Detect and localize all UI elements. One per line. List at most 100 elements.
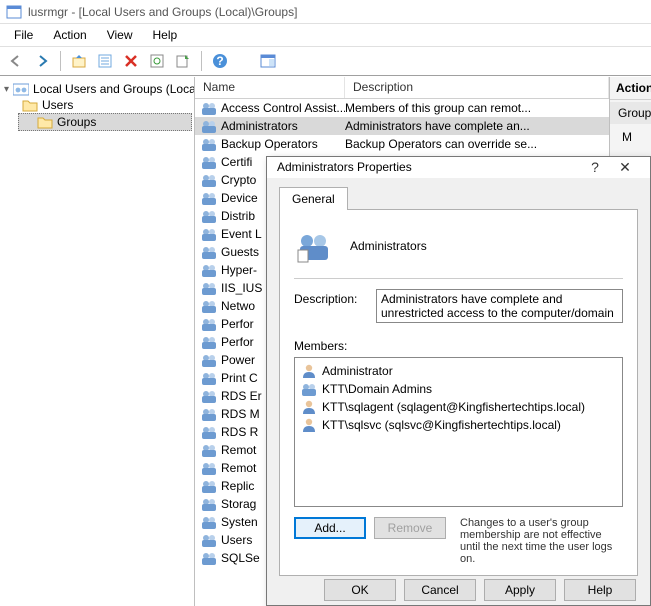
list-row[interactable]: Access Control Assist...Members of this … bbox=[195, 99, 609, 117]
add-button[interactable]: Add... bbox=[294, 517, 366, 539]
help-button[interactable]: ? bbox=[208, 49, 232, 73]
member-label: Administrator bbox=[322, 364, 393, 378]
members-list[interactable]: Administrator KTT\Domain Admins KTT\sqlage… bbox=[294, 357, 623, 507]
user-icon bbox=[301, 363, 317, 379]
ok-button[interactable]: OK bbox=[324, 579, 396, 601]
row-name: Remot bbox=[221, 443, 256, 457]
list-row[interactable]: Backup OperatorsBackup Operators can ove… bbox=[195, 135, 609, 153]
row-name: Replic bbox=[221, 479, 254, 493]
row-name: SQLSe bbox=[221, 551, 260, 565]
menu-action[interactable]: Action bbox=[43, 26, 96, 44]
group-icon bbox=[201, 478, 217, 494]
group-icon bbox=[201, 280, 217, 296]
row-name: Systen bbox=[221, 515, 258, 529]
row-name: Administrators bbox=[221, 119, 298, 133]
dialog-buttons: OK Cancel Apply Help bbox=[267, 576, 650, 605]
column-description[interactable]: Description bbox=[345, 77, 609, 98]
row-name: Perfor bbox=[221, 335, 254, 349]
tree-root[interactable]: ▾ Local Users and Groups (Local) bbox=[0, 81, 194, 97]
folder-icon bbox=[37, 115, 53, 129]
group-icon bbox=[201, 496, 217, 512]
actions-header: Actions bbox=[610, 77, 651, 100]
row-name: Users bbox=[221, 533, 252, 547]
group-icon bbox=[201, 154, 217, 170]
tab-general[interactable]: General bbox=[279, 187, 348, 210]
member-item[interactable]: KTT\sqlagent (sqlagent@Kingfishertechtip… bbox=[299, 398, 618, 416]
window-title: lusrmgr - [Local Users and Groups (Local… bbox=[28, 5, 297, 19]
forward-button[interactable] bbox=[30, 49, 54, 73]
row-name: Event L bbox=[221, 227, 262, 241]
row-name: Backup Operators bbox=[221, 137, 318, 151]
tree-pane[interactable]: ▾ Local Users and Groups (Local) Users G… bbox=[0, 77, 195, 606]
group-icon bbox=[201, 208, 217, 224]
group-icon bbox=[201, 316, 217, 332]
dialog-titlebar[interactable]: Administrators Properties ? ✕ bbox=[267, 157, 650, 178]
group-icon bbox=[201, 460, 217, 476]
member-label: KTT\Domain Admins bbox=[322, 382, 432, 396]
membership-note: Changes to a user's group membership are… bbox=[454, 517, 623, 565]
member-label: KTT\sqlagent (sqlagent@Kingfishertechtip… bbox=[322, 400, 585, 414]
group-icon bbox=[201, 532, 217, 548]
menu-view[interactable]: View bbox=[97, 26, 143, 44]
apply-button[interactable]: Apply bbox=[484, 579, 556, 601]
row-name: IIS_IUS bbox=[221, 281, 262, 295]
group-icon bbox=[201, 298, 217, 314]
back-button[interactable] bbox=[4, 49, 28, 73]
row-name: RDS Er bbox=[221, 389, 262, 403]
tree-node-users[interactable]: Users bbox=[0, 97, 194, 113]
export-button[interactable] bbox=[171, 49, 195, 73]
row-desc: Administrators have complete an... bbox=[345, 119, 605, 133]
tab-strip: General bbox=[279, 186, 638, 209]
dialog-help-icon[interactable]: ? bbox=[580, 159, 610, 175]
remove-button[interactable]: Remove bbox=[374, 517, 446, 539]
menu-file[interactable]: File bbox=[4, 26, 43, 44]
row-name: Print C bbox=[221, 371, 258, 385]
row-name: Hyper- bbox=[221, 263, 257, 277]
group-icon bbox=[201, 514, 217, 530]
delete-button[interactable] bbox=[119, 49, 143, 73]
tree-node-groups[interactable]: Groups bbox=[18, 113, 192, 131]
user-icon bbox=[301, 399, 317, 415]
group-icon bbox=[201, 100, 217, 116]
member-item[interactable]: KTT\sqlsvc (sqlsvc@Kingfishertechtips.lo… bbox=[299, 416, 618, 434]
help-button-dlg[interactable]: Help bbox=[564, 579, 636, 601]
description-input[interactable] bbox=[376, 289, 623, 323]
show-hide-button[interactable] bbox=[256, 49, 280, 73]
svg-text:?: ? bbox=[216, 54, 223, 68]
group-icon bbox=[201, 334, 217, 350]
group-icon bbox=[201, 424, 217, 440]
group-icon bbox=[201, 226, 217, 242]
properties-button[interactable] bbox=[93, 49, 117, 73]
properties-dialog: Administrators Properties ? ✕ General Ad… bbox=[266, 156, 651, 606]
group-icon bbox=[201, 406, 217, 422]
group-icon bbox=[201, 550, 217, 566]
tree-root-label: Local Users and Groups (Local) bbox=[33, 82, 195, 96]
row-name: RDS M bbox=[221, 407, 260, 421]
member-item[interactable]: Administrator bbox=[299, 362, 618, 380]
row-name: Power bbox=[221, 353, 255, 367]
list-header: Name Description bbox=[195, 77, 609, 99]
close-icon[interactable]: ✕ bbox=[610, 159, 640, 176]
menu-help[interactable]: Help bbox=[143, 26, 188, 44]
collapse-icon[interactable]: ▾ bbox=[4, 84, 9, 95]
refresh-button[interactable] bbox=[145, 49, 169, 73]
column-name[interactable]: Name bbox=[195, 77, 345, 98]
group-icon bbox=[201, 190, 217, 206]
toolbar: ? bbox=[0, 46, 651, 76]
tab-panel: Administrators Description: Members: Adm… bbox=[279, 209, 638, 576]
row-name: Device bbox=[221, 191, 258, 205]
row-name: Distrib bbox=[221, 209, 255, 223]
tree-node-label: Users bbox=[42, 98, 73, 112]
actions-more[interactable]: M bbox=[610, 126, 651, 148]
member-item[interactable]: KTT\Domain Admins bbox=[299, 380, 618, 398]
list-row[interactable]: Administrators Administrators have comple… bbox=[195, 117, 609, 135]
group-name-text: Administrators bbox=[350, 239, 427, 253]
up-button[interactable] bbox=[67, 49, 91, 73]
row-name: Crypto bbox=[221, 173, 256, 187]
titlebar: lusrmgr - [Local Users and Groups (Local… bbox=[0, 0, 651, 24]
group-icon bbox=[201, 370, 217, 386]
app-icon bbox=[6, 4, 22, 20]
actions-group[interactable]: Groups bbox=[610, 102, 651, 124]
cancel-button[interactable]: Cancel bbox=[404, 579, 476, 601]
snapin-icon bbox=[13, 82, 29, 96]
